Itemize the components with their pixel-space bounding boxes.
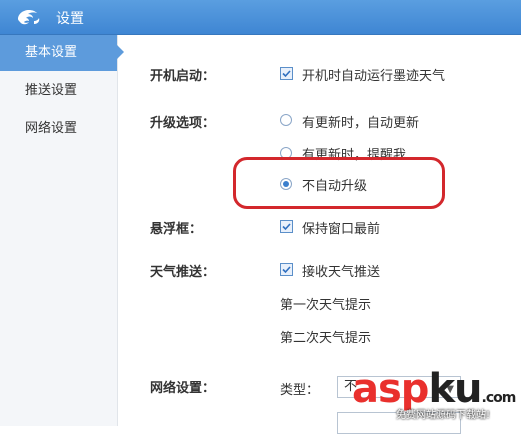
sidebar: 基本设置 推送设置 网络设置 [0,35,118,426]
sidebar-item-push[interactable]: 推送设置 [0,73,117,109]
upgrade-option-auto[interactable]: 有更新时，自动更新 [302,112,419,131]
upgrade-radio-auto[interactable] [280,114,292,126]
upgrade-label: 升级选项： [150,116,216,131]
floating-option-label[interactable]: 保持窗口最前 [302,218,380,237]
push-option-label[interactable]: 接收天气推送 [302,261,380,280]
network-type-label: 类型： [280,383,320,398]
floating-label: 悬浮框： [150,222,203,237]
highlight-annotation [233,157,445,209]
cloud-logo-icon [18,10,40,25]
startup-option-label[interactable]: 开机时自动运行墨迹天气 [302,65,445,84]
startup-checkbox[interactable] [280,67,293,80]
push-checkbox[interactable] [280,263,293,276]
sidebar-item-basic[interactable]: 基本设置 [0,35,117,71]
window-title: 设置 [56,11,84,27]
startup-label: 开机启动： [150,69,216,84]
floating-checkbox[interactable] [280,220,293,233]
sidebar-item-network[interactable]: 网络设置 [0,111,117,147]
push-first-reminder[interactable]: 第一次天气提示 [280,294,371,313]
watermark-logo: aspku.com 免费网站源码下载站! [352,366,521,426]
network-label: 网络设置： [150,381,216,396]
title-bar: 设置 [0,0,521,35]
push-second-reminder[interactable]: 第二次天气提示 [280,327,371,346]
push-label: 天气推送： [150,265,216,280]
watermark-brand-tld: .com [481,390,517,406]
active-indicator-arrow [117,45,124,59]
watermark-subtitle: 免费网站源码下载站! [396,410,491,421]
